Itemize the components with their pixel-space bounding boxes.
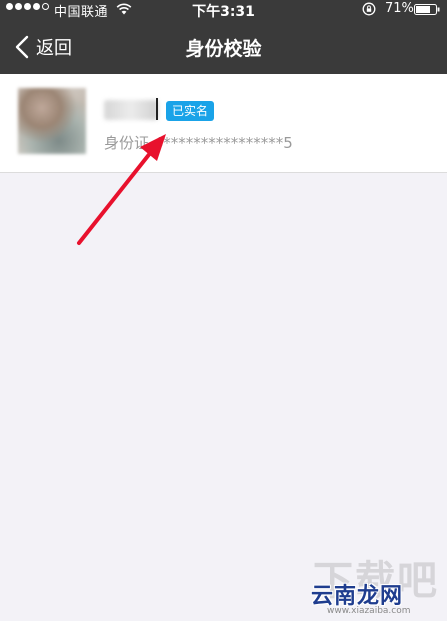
avatar xyxy=(18,88,86,154)
text-caret xyxy=(156,98,158,120)
clock: 下午3:31 xyxy=(192,4,255,20)
header: 中国联通 下午3:31 71% 返回 身份校验 xyxy=(0,0,447,74)
status-bar: 中国联通 下午3:31 71% xyxy=(0,0,447,20)
verified-badge: 已实名 xyxy=(166,101,215,121)
watermark: 下载吧 云南龙网 www.xiazaiba.com xyxy=(305,548,443,618)
rotation-lock-icon xyxy=(362,2,376,16)
navigation-bar: 返回 身份校验 xyxy=(0,20,447,74)
page-title: 身份校验 xyxy=(185,38,262,60)
battery-icon xyxy=(414,4,440,15)
battery-percent: 71% xyxy=(385,1,414,16)
watermark-url: www.xiazaiba.com xyxy=(327,606,411,616)
id-card-number: 身份证 4****************5 xyxy=(104,134,293,152)
user-name-blurred xyxy=(104,100,158,120)
identity-card[interactable]: 已实名 身份证 4****************5 xyxy=(0,74,447,173)
